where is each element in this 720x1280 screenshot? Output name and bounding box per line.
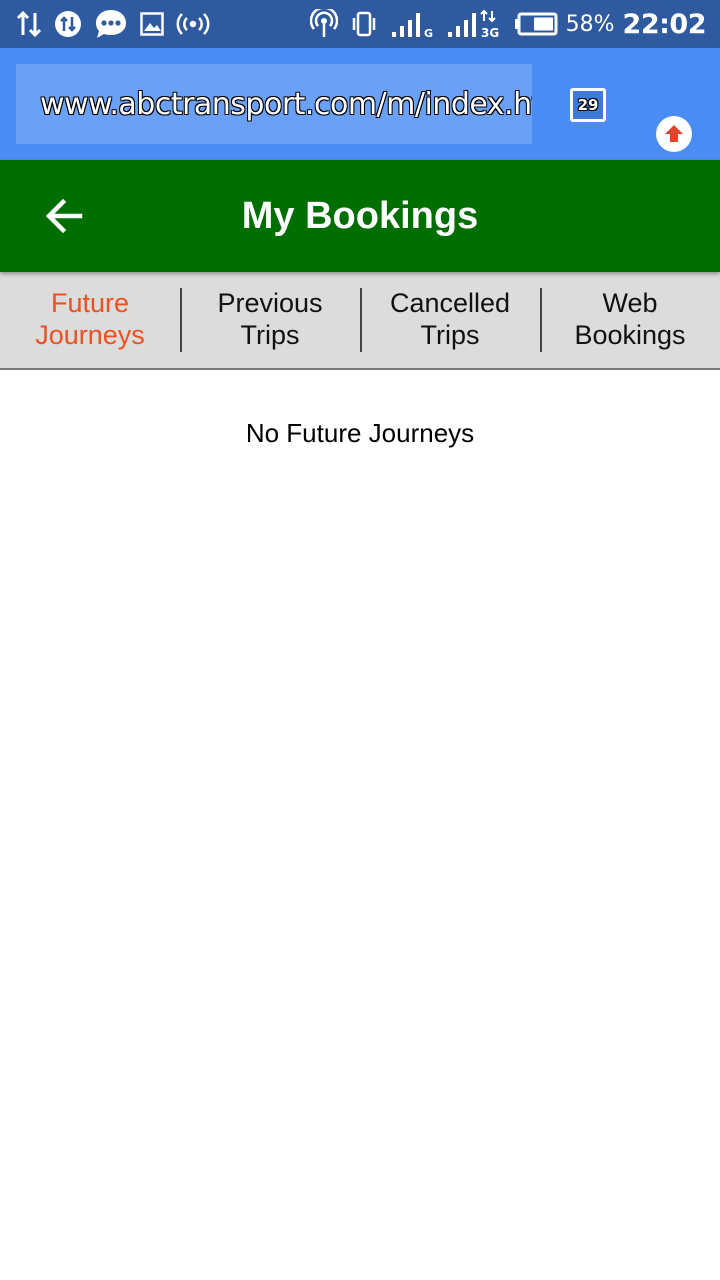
tab-label-line2: Trips: [240, 320, 300, 350]
tab-label-line1: Future: [50, 288, 130, 318]
tab-label-line1: Previous: [217, 288, 323, 318]
app-header: My Bookings: [0, 160, 720, 272]
status-bar: G 3G 58% 22:02: [0, 0, 720, 48]
booking-tabs: Future Journeys Previous Trips Cancelled…: [0, 272, 720, 370]
upload-button[interactable]: [656, 116, 692, 152]
data-saver-icon: [54, 10, 82, 38]
page-title: My Bookings: [241, 194, 479, 237]
network-label-g: G: [424, 27, 433, 38]
vibrate-icon: [350, 10, 378, 38]
clock: 22:02: [622, 8, 707, 40]
signal-icon: G: [390, 10, 434, 38]
tab-web-bookings[interactable]: Web Bookings: [540, 272, 720, 368]
back-arrow-icon: [45, 199, 83, 233]
back-button[interactable]: [40, 194, 88, 238]
bookings-content: No Future Journeys: [0, 370, 720, 1280]
tab-cancelled-trips[interactable]: Cancelled Trips: [360, 272, 540, 368]
messaging-icon: [94, 8, 128, 40]
empty-state-message: No Future Journeys: [245, 418, 475, 448]
status-bar-left: [16, 8, 210, 40]
tab-label: Cancelled Trips: [390, 287, 510, 351]
tab-label: Previous Trips: [217, 287, 322, 351]
battery-icon: [514, 12, 558, 36]
browser-toolbar: www.abctransport.com/m/index.html 29: [0, 48, 720, 160]
data-transfer-icon: [16, 10, 42, 38]
url-text: www.abctransport.com/m/index.html: [40, 86, 532, 122]
tab-previous-trips[interactable]: Previous Trips: [180, 272, 360, 368]
status-bar-right: G 3G 58% 22:02: [309, 8, 707, 40]
nfc-icon: [309, 9, 338, 39]
hotspot-icon: [176, 11, 210, 37]
tab-count: 29: [577, 96, 599, 114]
address-bar[interactable]: www.abctransport.com/m/index.html: [16, 64, 532, 144]
tab-label-line2: Trips: [420, 320, 480, 350]
tab-future-journeys[interactable]: Future Journeys: [0, 272, 180, 368]
image-icon: [140, 12, 164, 36]
tab-label-line1: Cancelled: [389, 288, 511, 318]
tab-label: Future Journeys: [35, 287, 145, 351]
tab-label: Web Bookings: [574, 287, 685, 351]
tab-label-line1: Web: [602, 288, 658, 318]
battery-percent: 58%: [565, 11, 615, 37]
tab-label-line2: Bookings: [574, 320, 686, 350]
upload-arrow-icon: [665, 125, 683, 142]
signal-3g-icon: 3G: [446, 9, 502, 39]
network-label-3g: 3G: [481, 26, 499, 39]
tab-switcher-button[interactable]: 29: [570, 88, 606, 122]
tab-label-line2: Journeys: [35, 320, 145, 350]
